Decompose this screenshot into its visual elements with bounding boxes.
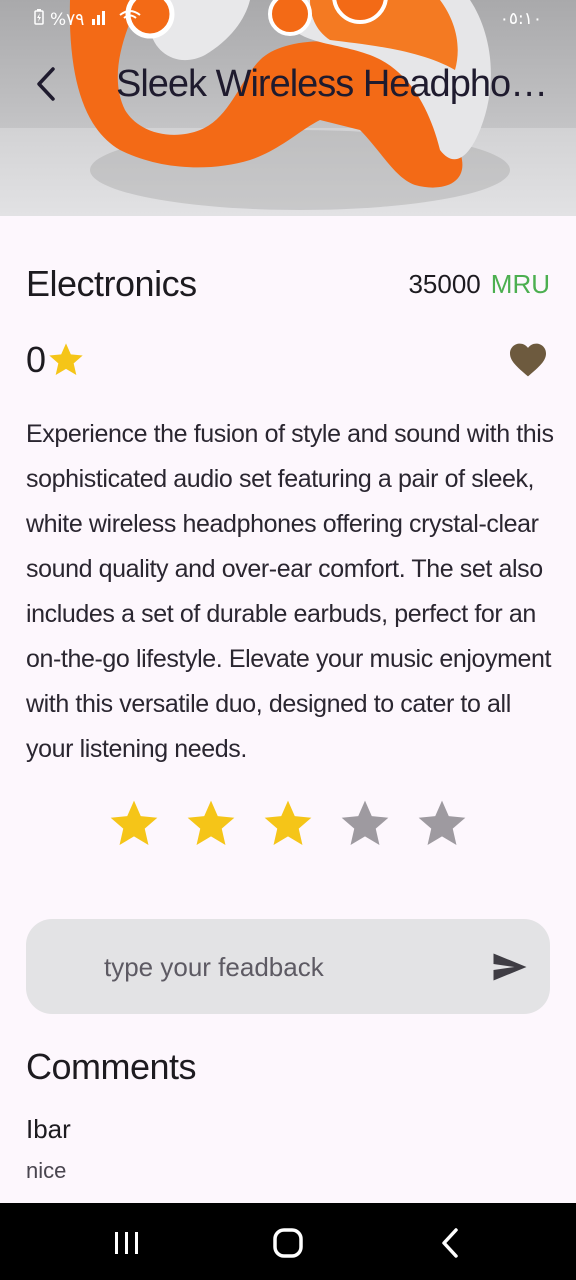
wifi-icon bbox=[118, 9, 142, 30]
comments-heading: Comments bbox=[26, 1046, 197, 1087]
nav-back-button[interactable] bbox=[420, 1221, 480, 1265]
recent-apps-button[interactable] bbox=[97, 1221, 157, 1265]
favorite-button[interactable] bbox=[506, 338, 550, 382]
clock: ٠٥:١٠ bbox=[499, 9, 542, 29]
nav-back-icon bbox=[442, 1228, 458, 1258]
battery-icon bbox=[34, 9, 44, 30]
status-bar: %٧٩ ٠٥:١٠ bbox=[0, 0, 576, 40]
page-title: Sleek Wireless Headphone & Ear Buds bbox=[116, 63, 556, 105]
send-button[interactable] bbox=[490, 947, 530, 987]
send-icon bbox=[493, 953, 527, 981]
feedback-input[interactable] bbox=[102, 941, 466, 993]
status-left: %٧٩ bbox=[34, 9, 142, 30]
price-currency: MRU bbox=[490, 269, 550, 299]
back-button[interactable] bbox=[24, 58, 68, 110]
product-price: 35000 MRU bbox=[408, 268, 550, 300]
system-navigation-bar bbox=[0, 1203, 576, 1280]
star-icon bbox=[49, 343, 83, 375]
rating-star-4[interactable] bbox=[337, 796, 393, 852]
rating-star-3[interactable] bbox=[260, 796, 316, 852]
rating-summary: 0 bbox=[26, 338, 86, 382]
product-description: Experience the fusion of style and sound… bbox=[26, 420, 554, 763]
rating-star-2[interactable] bbox=[183, 796, 239, 852]
product-image: %٧٩ ٠٥:١٠ Sleek Wireless Headphone & Ear… bbox=[0, 0, 576, 216]
app-bar: Sleek Wireless Headphone & Ear Buds bbox=[0, 40, 576, 128]
back-arrow-icon bbox=[37, 67, 55, 101]
heart-icon bbox=[510, 343, 546, 377]
rating-star-5[interactable] bbox=[414, 796, 470, 852]
battery-level: %٧٩ bbox=[50, 9, 85, 30]
rating-input bbox=[106, 796, 470, 856]
comment-text: nice bbox=[26, 1158, 67, 1183]
product-category: Electronics bbox=[26, 263, 197, 304]
home-icon bbox=[273, 1228, 303, 1258]
rating-star-1[interactable] bbox=[106, 796, 162, 852]
recent-apps-icon bbox=[115, 1232, 138, 1254]
home-button[interactable] bbox=[258, 1221, 318, 1265]
signal-icon bbox=[90, 9, 112, 30]
price-value: 35000 bbox=[408, 269, 481, 299]
comment-author: Ibar bbox=[26, 1114, 71, 1144]
rating-count: 0 bbox=[26, 339, 47, 380]
feedback-box bbox=[26, 919, 550, 1014]
